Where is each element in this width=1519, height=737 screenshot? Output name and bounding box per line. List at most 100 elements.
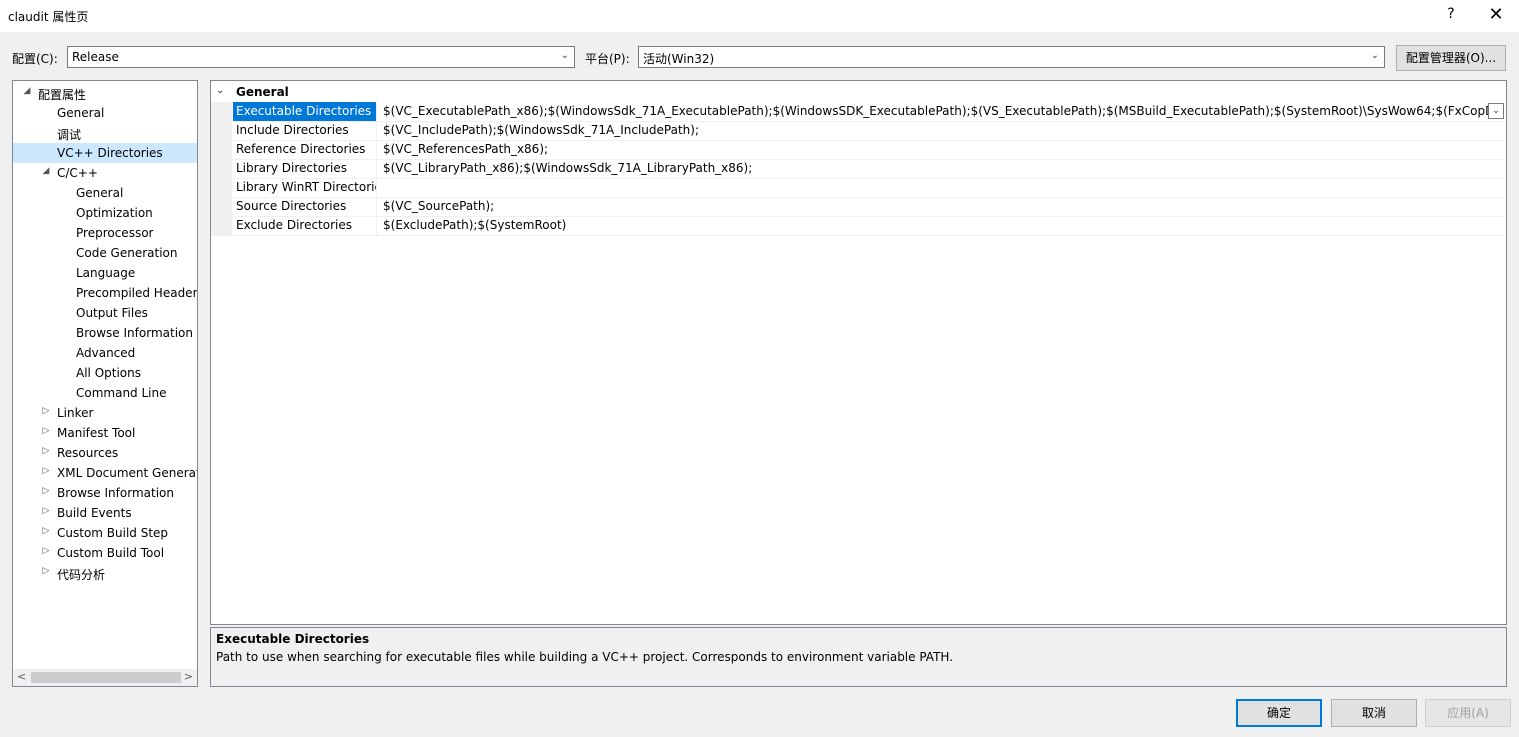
scroll-right-icon[interactable]: > xyxy=(184,670,193,683)
chevron-down-icon[interactable]: ⌄ xyxy=(216,85,224,96)
expand-arrow-icon[interactable]: ▷ xyxy=(40,526,52,536)
tree-item[interactable]: ◢ C/C++ xyxy=(13,163,197,183)
property-value[interactable]: $(VC_ExecutablePath_x86);$(WindowsSdk_71… xyxy=(383,102,1488,121)
property-row[interactable]: Executable Directories $(VC_ExecutablePat… xyxy=(211,102,1506,122)
tree-item-label: General xyxy=(57,106,105,120)
scroll-thumb[interactable] xyxy=(31,672,181,683)
tree-item[interactable]: ▷ Linker xyxy=(13,403,197,423)
property-value[interactable] xyxy=(383,178,1488,197)
tree-item-label: Preprocessor xyxy=(76,226,154,240)
tree-item-label: Command Line xyxy=(76,386,167,400)
description-panel: Executable Directories Path to use when … xyxy=(210,627,1507,687)
expand-arrow-icon[interactable]: ▷ xyxy=(40,466,52,476)
tree-item[interactable]: VC++ Directories xyxy=(13,143,197,163)
window-title: claudit 属性页 xyxy=(8,10,89,24)
row-gutter xyxy=(211,102,232,121)
help-button[interactable]: ? xyxy=(1441,6,1461,22)
tree-item-label: Build Events xyxy=(57,506,132,520)
tree-item-label: Resources xyxy=(57,446,119,460)
tree-item-label: Code Generation xyxy=(76,246,178,260)
collapse-arrow-icon[interactable]: ◢ xyxy=(40,166,52,176)
tree-item[interactable]: ▷ XML Document Generat xyxy=(13,463,197,483)
expand-arrow-icon[interactable]: ▷ xyxy=(40,506,52,516)
property-name[interactable]: Source Directories xyxy=(233,197,377,216)
tree-item[interactable]: ▷ 代码分析 xyxy=(13,563,197,583)
row-gutter xyxy=(211,197,232,216)
row-gutter xyxy=(211,216,232,235)
tree-item-label: C/C++ xyxy=(57,166,98,180)
property-value[interactable]: $(VC_ReferencesPath_x86); xyxy=(383,140,1488,159)
platform-value: 活动(Win32) xyxy=(643,52,715,66)
tree-item[interactable]: 调试 xyxy=(13,123,197,143)
tree-item[interactable]: Code Generation xyxy=(13,243,197,263)
property-row[interactable]: Exclude Directories $(ExcludePath);$(Syst… xyxy=(211,216,1506,236)
tree-item-label: 配置属性 xyxy=(38,88,87,102)
property-row[interactable]: Library WinRT Directorie xyxy=(211,178,1506,198)
grid-category[interactable]: ⌄ General xyxy=(211,83,1506,102)
tree-hscrollbar[interactable]: < > xyxy=(13,669,197,686)
close-button[interactable]: ✕ xyxy=(1484,4,1508,26)
tree-item-label: Language xyxy=(76,266,136,280)
property-value[interactable]: $(VC_SourcePath); xyxy=(383,197,1488,216)
property-name[interactable]: Include Directories xyxy=(233,121,377,140)
platform-select[interactable]: 活动(Win32) ⌄ xyxy=(638,46,1385,68)
property-row[interactable]: Reference Directories $(VC_ReferencesPath… xyxy=(211,140,1506,160)
tree-item[interactable]: All Options xyxy=(13,363,197,383)
description-text: Path to use when searching for executabl… xyxy=(216,650,954,664)
property-row[interactable]: Source Directories $(VC_SourcePath); xyxy=(211,197,1506,217)
title-bar: claudit 属性页 ? ✕ xyxy=(0,0,1519,32)
expand-arrow-icon[interactable]: ▷ xyxy=(40,546,52,556)
tree-item[interactable]: ▷ Manifest Tool xyxy=(13,423,197,443)
config-value: Release xyxy=(72,50,119,64)
tree-item-label: VC++ Directories xyxy=(57,146,163,160)
tree-item[interactable]: General xyxy=(13,103,197,123)
expand-arrow-icon[interactable]: ▷ xyxy=(40,426,52,436)
tree-item[interactable]: Advanced xyxy=(13,343,197,363)
apply-button[interactable]: 应用(A) xyxy=(1425,699,1511,727)
expand-arrow-icon[interactable]: ▷ xyxy=(40,446,52,456)
tree-item[interactable]: Optimization xyxy=(13,203,197,223)
tree-item-label: Manifest Tool xyxy=(57,426,136,440)
property-value[interactable]: $(VC_IncludePath);$(WindowsSdk_71A_Inclu… xyxy=(383,121,1488,140)
property-name[interactable]: Reference Directories xyxy=(233,140,377,159)
ok-button[interactable]: 确定 xyxy=(1236,699,1322,727)
tree-item[interactable]: ▷ Resources xyxy=(13,443,197,463)
row-gutter xyxy=(211,121,232,140)
property-value[interactable]: $(ExcludePath);$(SystemRoot) xyxy=(383,216,1488,235)
tree-item-label: All Options xyxy=(76,366,141,380)
tree-item-label: 代码分析 xyxy=(57,568,106,582)
tree-item[interactable]: Precompiled Header xyxy=(13,283,197,303)
property-name[interactable]: Exclude Directories xyxy=(233,216,377,235)
tree-item-label: Browse Information xyxy=(76,326,193,340)
tree-item[interactable]: General xyxy=(13,183,197,203)
tree-item-label: Precompiled Header xyxy=(76,286,197,300)
cancel-button[interactable]: 取消 xyxy=(1331,699,1417,727)
tree-item[interactable]: ▷ Build Events xyxy=(13,503,197,523)
tree-item[interactable]: Output Files xyxy=(13,303,197,323)
tree-item[interactable]: Preprocessor xyxy=(13,223,197,243)
config-manager-button[interactable]: 配置管理器(O)... xyxy=(1396,45,1506,71)
tree-item[interactable]: ▷ Custom Build Step xyxy=(13,523,197,543)
expand-arrow-icon[interactable]: ▷ xyxy=(40,406,52,416)
collapse-arrow-icon[interactable]: ◢ xyxy=(21,86,33,96)
tree-item[interactable]: Browse Information xyxy=(13,323,197,343)
scroll-left-icon[interactable]: < xyxy=(17,670,26,683)
property-row[interactable]: Library Directories $(VC_LibraryPath_x86)… xyxy=(211,159,1506,179)
tree-item[interactable]: Command Line xyxy=(13,383,197,403)
property-name[interactable]: Library WinRT Directorie xyxy=(233,178,377,197)
tree-item-label: General xyxy=(76,186,124,200)
property-tree[interactable]: ◢ 配置属性 General 调试 VC++ Directories ◢ C/C++ Gene… xyxy=(12,80,198,687)
property-name[interactable]: Library Directories xyxy=(233,159,377,178)
tree-item[interactable]: ◢ 配置属性 xyxy=(13,83,197,103)
tree-item[interactable]: ▷ Browse Information xyxy=(13,483,197,503)
tree-item-label: 调试 xyxy=(57,128,82,142)
expand-arrow-icon[interactable]: ▷ xyxy=(40,566,52,576)
property-row[interactable]: Include Directories $(VC_IncludePath);$(W… xyxy=(211,121,1506,141)
tree-item[interactable]: Language xyxy=(13,263,197,283)
tree-item[interactable]: ▷ Custom Build Tool xyxy=(13,543,197,563)
expand-arrow-icon[interactable]: ▷ xyxy=(40,486,52,496)
value-dropdown-button[interactable]: ⌄ xyxy=(1488,103,1504,119)
config-select[interactable]: Release ⌄ xyxy=(67,46,575,68)
property-value[interactable]: $(VC_LibraryPath_x86);$(WindowsSdk_71A_L… xyxy=(383,159,1488,178)
property-name[interactable]: Executable Directories xyxy=(233,102,377,121)
